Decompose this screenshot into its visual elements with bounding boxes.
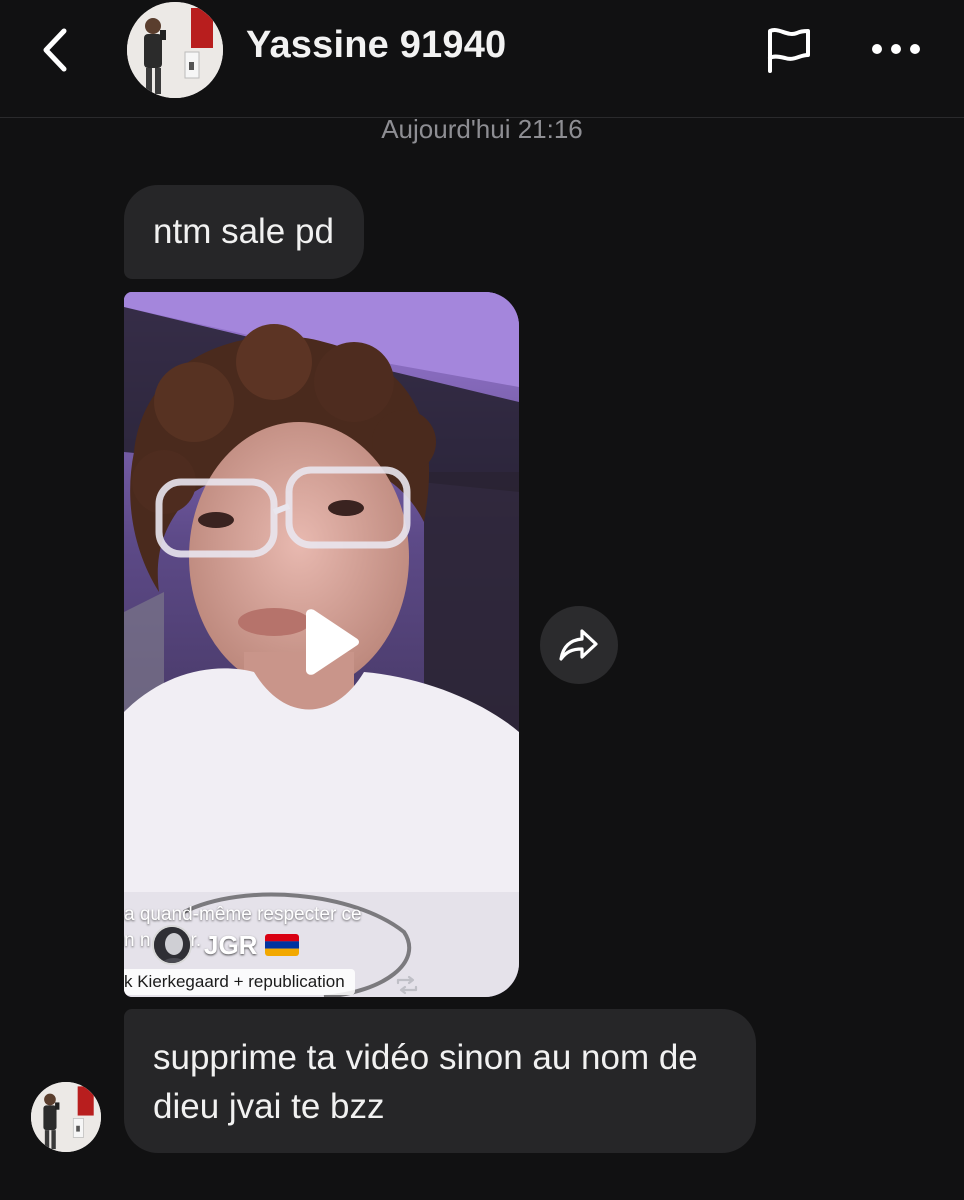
shared-video-message[interactable]: a quand-même respecter ce n n ss er. JGR… <box>124 292 519 997</box>
message-timestamp: Aujourd'hui 21:16 <box>381 114 583 144</box>
video-caption-line: a quand-même respecter ce <box>124 904 362 925</box>
more-horizontal-icon <box>872 44 920 54</box>
play-icon <box>306 609 359 675</box>
contact-name[interactable]: Yassine 91940 <box>246 24 506 67</box>
armenia-flag-icon <box>265 934 300 956</box>
chat-header: Yassine 91940 <box>0 0 964 118</box>
message-text: ntm sale pd <box>153 212 334 251</box>
video-creator: JGR <box>152 925 300 965</box>
report-button[interactable] <box>758 20 818 80</box>
message-text: supprime ta vidéo sinon au nom de dieu j… <box>153 1038 698 1126</box>
creator-name: JGR <box>204 929 258 960</box>
creator-avatar <box>152 925 192 965</box>
more-options-button[interactable] <box>864 24 928 74</box>
play-button[interactable] <box>294 607 364 677</box>
share-arrow-icon <box>559 629 598 661</box>
sender-avatar[interactable] <box>31 1082 101 1152</box>
contact-avatar[interactable] <box>127 2 223 98</box>
flag-icon <box>768 28 810 73</box>
share-button[interactable] <box>540 606 618 684</box>
message-bubble-received[interactable]: supprime ta vidéo sinon au nom de dieu j… <box>124 1009 756 1153</box>
repost-icon <box>396 975 418 995</box>
chevron-left-icon <box>43 28 67 72</box>
message-bubble-received[interactable]: ntm sale pd <box>124 185 364 279</box>
back-button[interactable] <box>30 20 80 80</box>
video-sound-label: k Kierkegaard + republication <box>124 969 355 995</box>
